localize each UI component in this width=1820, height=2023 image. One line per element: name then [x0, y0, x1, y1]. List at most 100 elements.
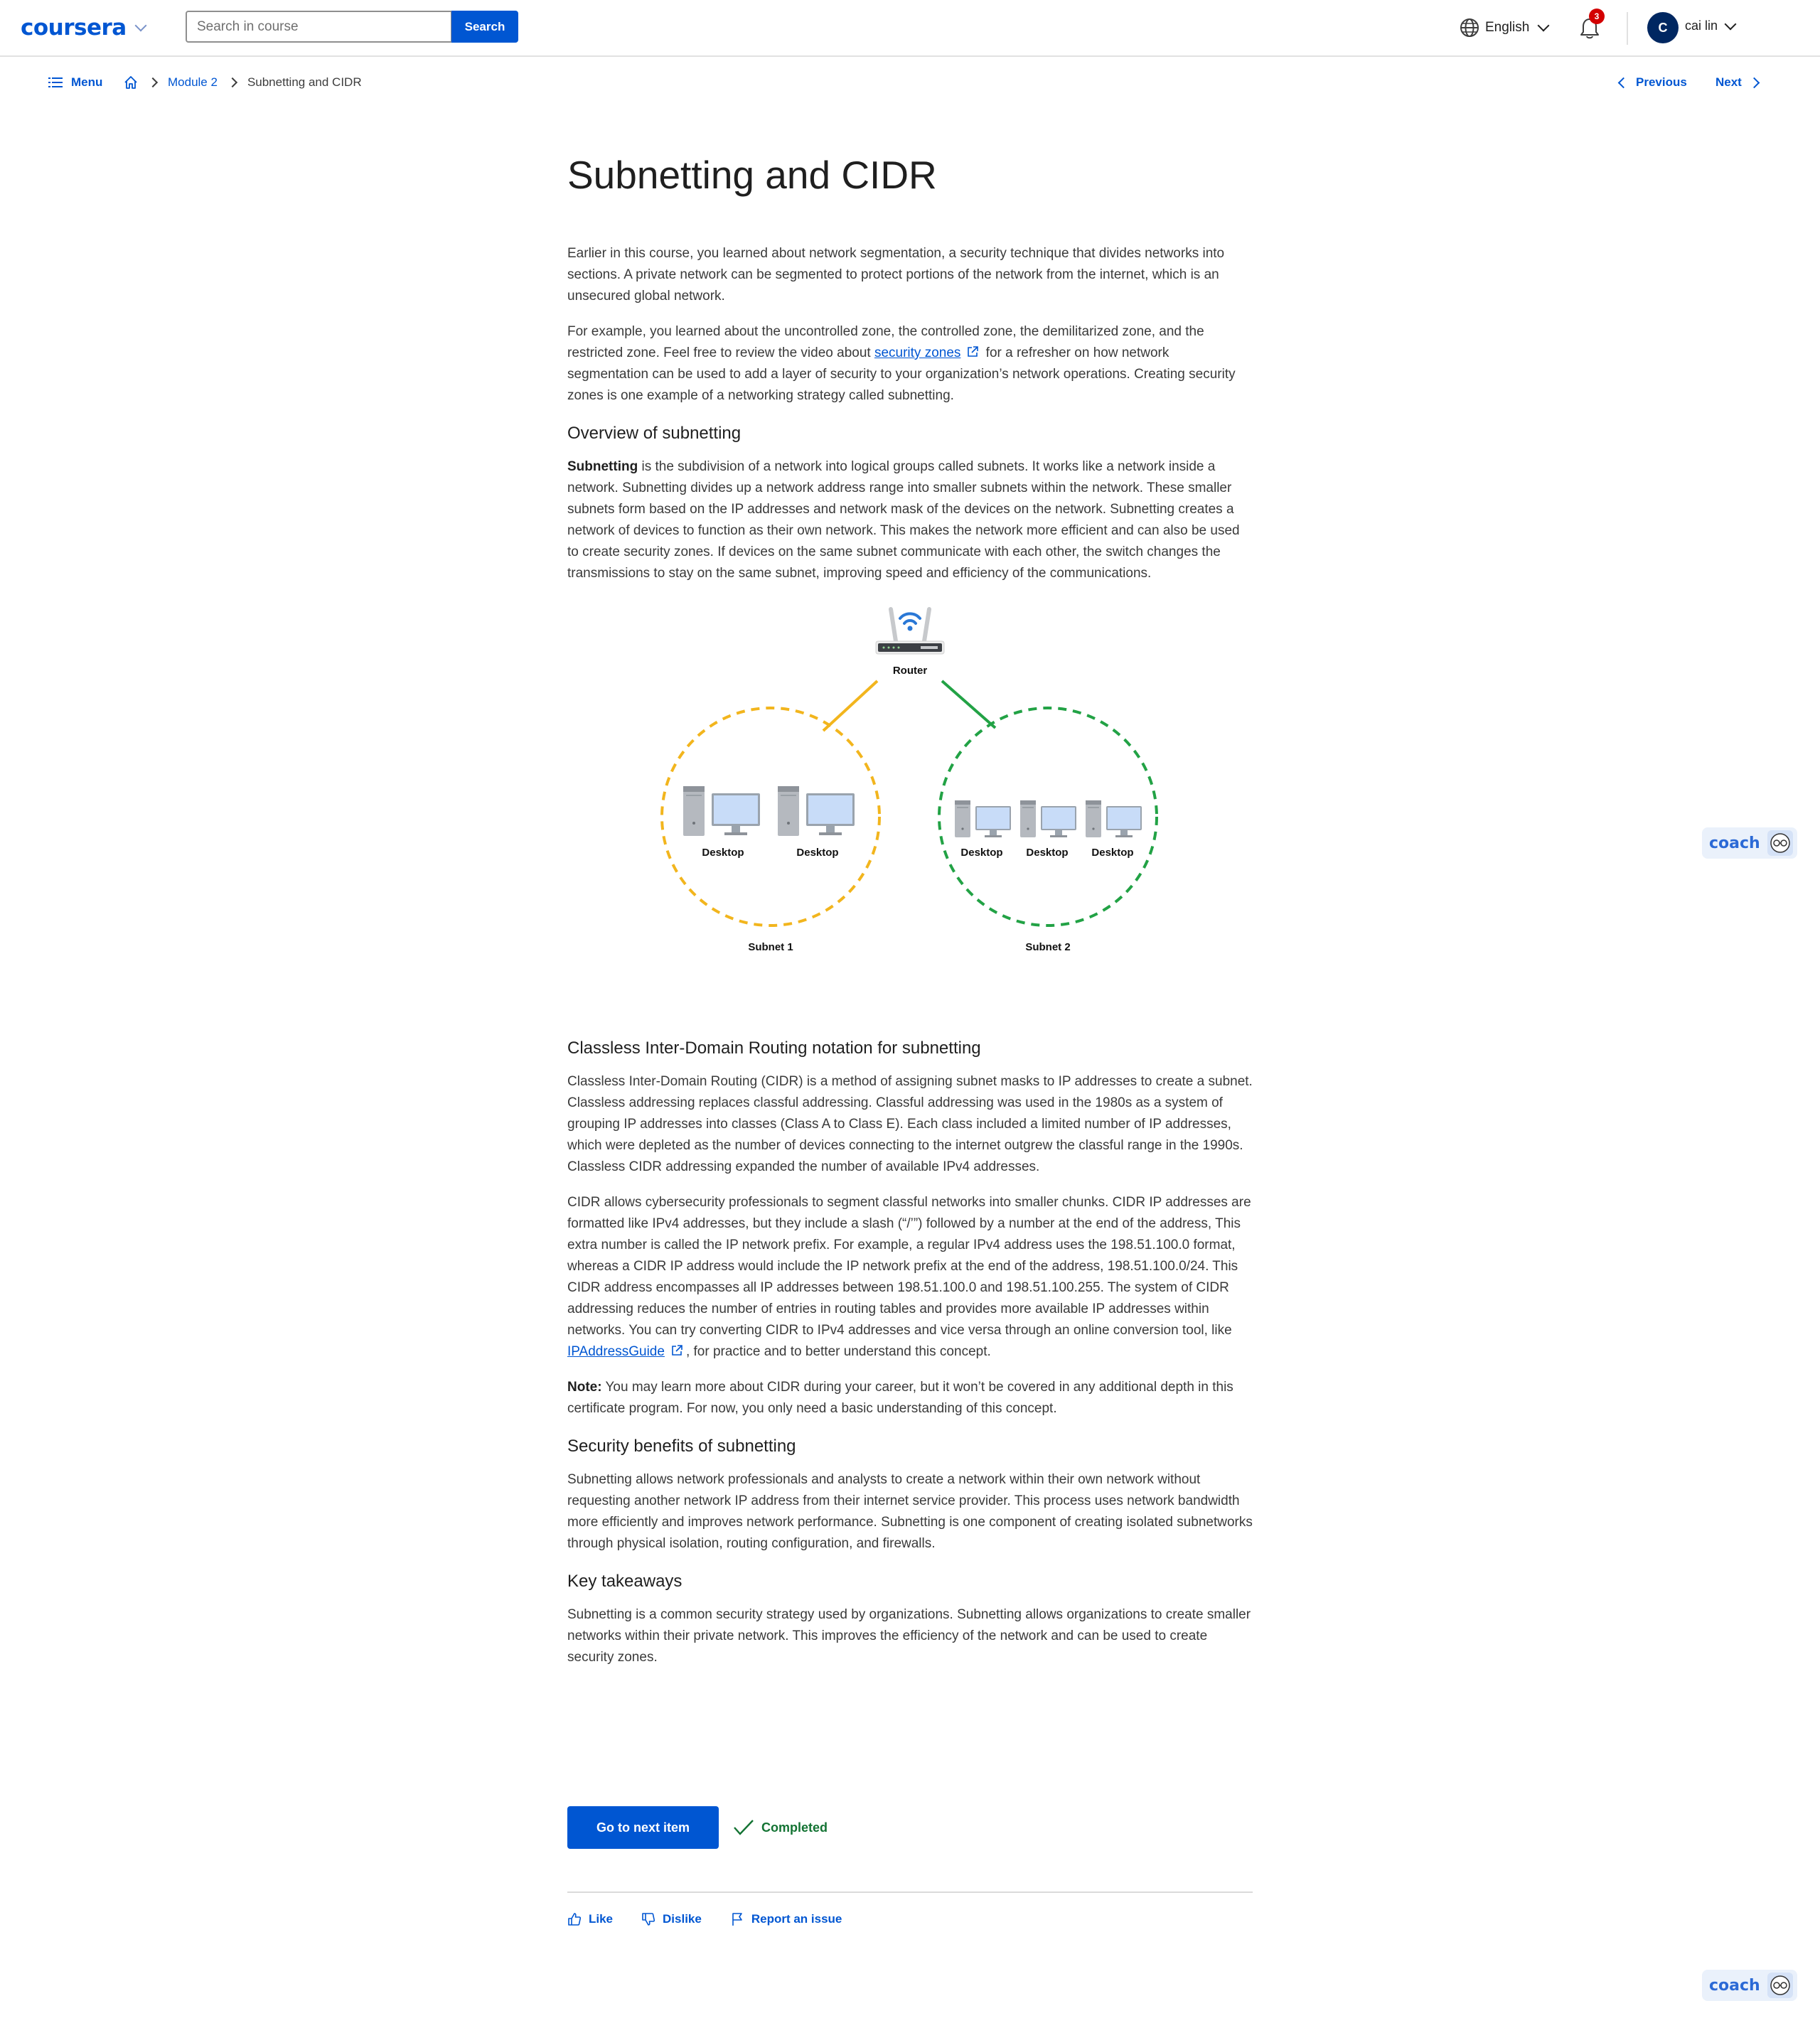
subnet-diagram: Router Desktop Desktop Subnet 1 Desktop …: [567, 606, 1253, 1007]
notification-count-badge: 3: [1589, 9, 1605, 24]
logo-text: coursera: [21, 15, 127, 41]
breadcrumb-module-link[interactable]: Module 2: [168, 75, 218, 90]
user-menu[interactable]: cai lin: [1685, 18, 1737, 33]
cidr-text-before: CIDR allows cybersecurity professionals …: [567, 1195, 1251, 1338]
coach-label: coach: [1709, 834, 1760, 852]
next-label: Next: [1715, 75, 1742, 89]
cidr-paragraph-2: CIDR allows cybersecurity professionals …: [567, 1192, 1253, 1363]
completed-label: Completed: [761, 1820, 828, 1835]
router-subnet2-link: [941, 680, 997, 729]
security-zones-link[interactable]: security zones: [874, 345, 960, 360]
intro-paragraph-1: Earlier in this course, you learned abou…: [567, 246, 1225, 304]
intro-paragraph-2: For example, you learned about the uncon…: [567, 321, 1253, 407]
language-label: English: [1485, 20, 1530, 35]
router-label: Router: [893, 665, 927, 677]
previous-button[interactable]: Previous: [1617, 75, 1687, 90]
user-name-label: cai lin: [1685, 18, 1718, 33]
thumbs-up-icon: [568, 1913, 582, 1926]
search-input[interactable]: [186, 11, 452, 43]
desktop-monitor-icon: [806, 793, 855, 835]
coach-face-icon: [1767, 830, 1793, 856]
chevron-right-icon: [147, 77, 159, 88]
chevron-right-icon: [227, 77, 238, 88]
next-button[interactable]: Next: [1715, 75, 1760, 90]
desktop-tower-icon: [683, 786, 705, 836]
home-icon[interactable]: [124, 75, 138, 90]
coach-button[interactable]: coach: [1702, 827, 1797, 859]
item-actions: Go to next item Completed: [567, 1806, 828, 1849]
report-issue-button[interactable]: Report an issue: [730, 1912, 842, 1926]
chevron-left-icon: [1617, 77, 1629, 88]
completed-status: Completed: [733, 1819, 828, 1836]
like-label: Like: [589, 1912, 614, 1926]
chevron-right-icon: [1748, 77, 1760, 88]
router-icon: [875, 607, 945, 655]
globe-icon: [1460, 18, 1479, 37]
desktop-label: Desktop: [796, 847, 838, 859]
external-link-icon: [968, 346, 979, 357]
cidr-text-after: , for practice and to better understand …: [685, 1344, 991, 1359]
subnet-2-label: Subnet 2: [1025, 941, 1070, 953]
overview-paragraph: Subnetting is the subdivision of a netwo…: [567, 456, 1253, 584]
router-subnet1-link: [822, 680, 879, 732]
feedback-bar: Like Dislike Report an issue: [567, 1912, 842, 1926]
takeaways-heading: Key takeaways: [567, 1572, 682, 1591]
desktop-label: Desktop: [960, 847, 1002, 859]
subnetting-term: Subnetting: [567, 459, 638, 474]
report-issue-label: Report an issue: [751, 1912, 842, 1926]
desktop-monitor-icon: [1041, 806, 1076, 837]
chevron-down-icon: [1724, 18, 1737, 30]
dislike-label: Dislike: [663, 1912, 702, 1926]
subnet-diagram-svg: Router Desktop Desktop Subnet 1 Desktop …: [660, 607, 1158, 953]
user-avatar[interactable]: C: [1647, 12, 1679, 43]
subnet-1-label: Subnet 1: [748, 941, 793, 953]
go-to-next-item-button[interactable]: Go to next item: [567, 1806, 719, 1849]
desktop-label: Desktop: [702, 847, 744, 859]
coach-button[interactable]: coach: [1702, 1970, 1797, 2001]
list-menu-icon: [48, 77, 63, 87]
desktop-label: Desktop: [1026, 847, 1068, 859]
external-link-icon: [672, 1345, 682, 1356]
coach-face-icon: [1767, 1973, 1793, 1998]
breadcrumb: Module 2 Subnetting and CIDR: [124, 75, 362, 90]
breadcrumb-current: Subnetting and CIDR: [247, 75, 362, 89]
course-subnav: Menu Module 2 Subnetting and CIDR Previo…: [0, 71, 1820, 97]
note-paragraph: Note: You may learn more about CIDR duri…: [567, 1377, 1253, 1420]
top-navigation-bar: coursera Search English 3 C cai lin: [0, 0, 1820, 57]
menu-button[interactable]: Menu: [48, 75, 102, 90]
menu-label: Menu: [71, 75, 103, 89]
language-selector[interactable]: English: [1460, 18, 1550, 38]
overview-heading: Overview of subnetting: [567, 424, 742, 443]
desktop-label: Desktop: [1091, 847, 1133, 859]
checkmark-icon: [734, 1820, 754, 1835]
overview-text: is the subdivision of a network into log…: [567, 459, 1240, 581]
desktop-monitor-icon: [975, 806, 1011, 837]
like-button[interactable]: Like: [567, 1912, 613, 1926]
previous-label: Previous: [1636, 75, 1687, 89]
desktop-monitor-icon: [1106, 806, 1142, 837]
cidr-heading: Classless Inter-Domain Routing notation …: [567, 1039, 981, 1058]
desktop-tower-icon: [1086, 800, 1101, 837]
security-paragraph: Subnetting allows network professionals …: [567, 1472, 1253, 1551]
flag-icon: [732, 1913, 742, 1926]
header-divider: [1627, 12, 1628, 45]
ipaddressguide-link[interactable]: IPAddressGuide: [567, 1344, 665, 1359]
coursera-logo[interactable]: coursera: [21, 12, 147, 43]
desktop-monitor-icon: [712, 793, 760, 835]
desktop-tower-icon: [1020, 800, 1036, 837]
article-content: Subnetting and CIDR Earlier in this cour…: [567, 149, 1253, 1683]
dislike-button[interactable]: Dislike: [641, 1912, 702, 1926]
takeaways-paragraph: Subnetting is a common security strategy…: [567, 1607, 1251, 1665]
search-button[interactable]: Search: [451, 11, 518, 43]
security-heading: Security benefits of subnetting: [567, 1437, 796, 1456]
note-label: Note:: [567, 1380, 602, 1395]
chevron-down-icon: [1537, 19, 1550, 32]
chevron-down-icon: [134, 19, 147, 32]
page-title: Subnetting and CIDR: [567, 153, 937, 197]
note-text: You may learn more about CIDR during you…: [567, 1380, 1233, 1416]
thumbs-down-icon: [642, 1913, 655, 1926]
divider: [567, 1891, 1253, 1893]
desktop-tower-icon: [778, 786, 799, 836]
coach-label: coach: [1709, 1976, 1760, 1995]
desktop-tower-icon: [955, 800, 970, 837]
